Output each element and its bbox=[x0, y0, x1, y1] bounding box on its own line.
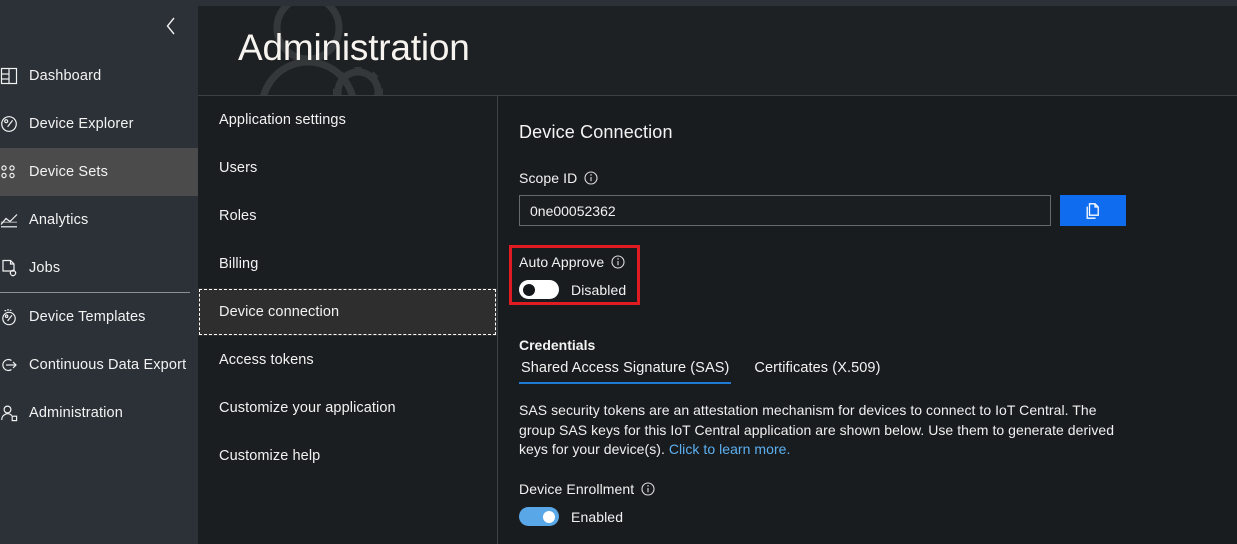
subnav-item-users[interactable]: Users bbox=[198, 144, 497, 192]
sidebar-item-jobs[interactable]: Jobs bbox=[0, 244, 198, 292]
sidebar-item-label: Continuous Data Export bbox=[29, 357, 186, 373]
info-icon[interactable] bbox=[611, 255, 625, 269]
subnav-item-label: Access tokens bbox=[219, 352, 314, 368]
subnav-item-label: Customize your application bbox=[219, 400, 396, 416]
subnav-item-roles[interactable]: Roles bbox=[198, 192, 497, 240]
sidebar-item-label: Analytics bbox=[29, 212, 88, 228]
auto-approve-toggle[interactable] bbox=[519, 280, 559, 299]
sidebar-item-label: Device Sets bbox=[29, 164, 108, 180]
secondary-nav: Application settings Users Roles Billing… bbox=[198, 96, 498, 544]
device-enrollment-label-text: Device Enrollment bbox=[519, 481, 634, 497]
credentials-description: SAS security tokens are an attestation m… bbox=[519, 401, 1119, 460]
toggle-knob bbox=[543, 511, 555, 523]
subnav-item-access-tokens[interactable]: Access tokens bbox=[198, 336, 497, 384]
device-enrollment-toggle[interactable] bbox=[519, 507, 559, 526]
main-content: Device Connection Scope ID bbox=[499, 96, 1237, 544]
jobs-icon bbox=[0, 258, 19, 278]
sidebar-item-device-sets[interactable]: Device Sets bbox=[0, 148, 198, 196]
subnav-item-label: Users bbox=[219, 160, 257, 176]
subnav-item-label: Billing bbox=[219, 256, 258, 272]
sidebar-item-administration[interactable]: Administration bbox=[0, 389, 198, 437]
sidebar-item-label: Device Explorer bbox=[29, 116, 134, 132]
credentials-title: Credentials bbox=[519, 337, 595, 353]
sidebar-item-label: Dashboard bbox=[29, 68, 101, 84]
device-enrollment-state-text: Enabled bbox=[571, 509, 623, 525]
sidebar-nav-list: Dashboard Device Explorer bbox=[0, 52, 198, 437]
app-root: Dashboard Device Explorer bbox=[0, 0, 1237, 544]
subnav-item-device-connection[interactable]: Device connection bbox=[198, 288, 497, 336]
credentials-tabs: Shared Access Signature (SAS) Certificat… bbox=[519, 360, 883, 384]
auto-approve-label: Auto Approve bbox=[519, 254, 626, 270]
sidebar-item-device-templates[interactable]: Device Templates bbox=[0, 293, 198, 341]
sidebar-item-label: Device Templates bbox=[29, 309, 146, 325]
sidebar-item-label: Jobs bbox=[29, 260, 60, 276]
tab-shared-access-signature[interactable]: Shared Access Signature (SAS) bbox=[519, 360, 731, 384]
info-icon[interactable] bbox=[584, 171, 598, 185]
device-explorer-icon bbox=[0, 114, 19, 134]
scope-id-label-text: Scope ID bbox=[519, 170, 577, 186]
subnav-item-customize-your-application[interactable]: Customize your application bbox=[198, 384, 497, 432]
sidebar-item-device-explorer[interactable]: Device Explorer bbox=[0, 100, 198, 148]
auto-approve-group: Auto Approve Disabled bbox=[519, 254, 626, 299]
info-icon[interactable] bbox=[641, 482, 655, 496]
sidebar-item-continuous-data-export[interactable]: Continuous Data Export bbox=[0, 341, 198, 389]
page-title: Administration bbox=[238, 22, 470, 74]
subnav-item-label: Device connection bbox=[219, 304, 339, 320]
sidebar-item-dashboard[interactable]: Dashboard bbox=[0, 52, 198, 100]
subnav-item-billing[interactable]: Billing bbox=[198, 240, 497, 288]
toggle-knob bbox=[523, 284, 535, 296]
section-title: Device Connection bbox=[519, 122, 1237, 143]
chevron-left-icon bbox=[163, 15, 179, 37]
subnav-item-customize-help[interactable]: Customize help bbox=[198, 432, 497, 480]
subnav-item-application-settings[interactable]: Application settings bbox=[198, 96, 497, 144]
copy-scope-id-button[interactable] bbox=[1060, 195, 1126, 226]
subnav-item-label: Customize help bbox=[219, 448, 320, 464]
scope-id-label: Scope ID bbox=[519, 170, 1237, 186]
scope-id-row bbox=[519, 195, 1237, 226]
device-enrollment-group: Device Enrollment Enabled bbox=[519, 481, 655, 526]
device-enrollment-label: Device Enrollment bbox=[519, 481, 655, 497]
sidebar-item-label: Administration bbox=[29, 405, 123, 421]
auto-approve-toggle-row: Disabled bbox=[519, 280, 626, 299]
auto-approve-label-text: Auto Approve bbox=[519, 254, 604, 270]
page-header: Administration bbox=[198, 6, 1237, 95]
tab-label: Shared Access Signature (SAS) bbox=[521, 360, 729, 376]
learn-more-link[interactable]: Click to learn more. bbox=[669, 441, 791, 457]
sidebar-item-analytics[interactable]: Analytics bbox=[0, 196, 198, 244]
subnav-item-label: Roles bbox=[219, 208, 257, 224]
copy-icon bbox=[1085, 202, 1102, 220]
tab-certificates[interactable]: Certificates (X.509) bbox=[752, 360, 882, 384]
continuous-data-export-icon bbox=[0, 355, 19, 375]
device-enrollment-toggle-row: Enabled bbox=[519, 507, 655, 526]
subnav-item-label: Application settings bbox=[219, 112, 346, 128]
dashboard-icon bbox=[0, 66, 19, 86]
device-sets-icon bbox=[0, 162, 19, 182]
tab-label: Certificates (X.509) bbox=[754, 360, 880, 376]
analytics-icon bbox=[0, 210, 19, 230]
sidebar-collapse-button[interactable] bbox=[150, 6, 192, 46]
credentials-description-text: SAS security tokens are an attestation m… bbox=[519, 402, 1114, 457]
administration-icon bbox=[0, 403, 19, 423]
device-templates-icon bbox=[0, 307, 19, 327]
scope-id-input[interactable] bbox=[519, 195, 1051, 226]
primary-sidebar: Dashboard Device Explorer bbox=[0, 0, 198, 544]
auto-approve-state-text: Disabled bbox=[571, 282, 626, 298]
